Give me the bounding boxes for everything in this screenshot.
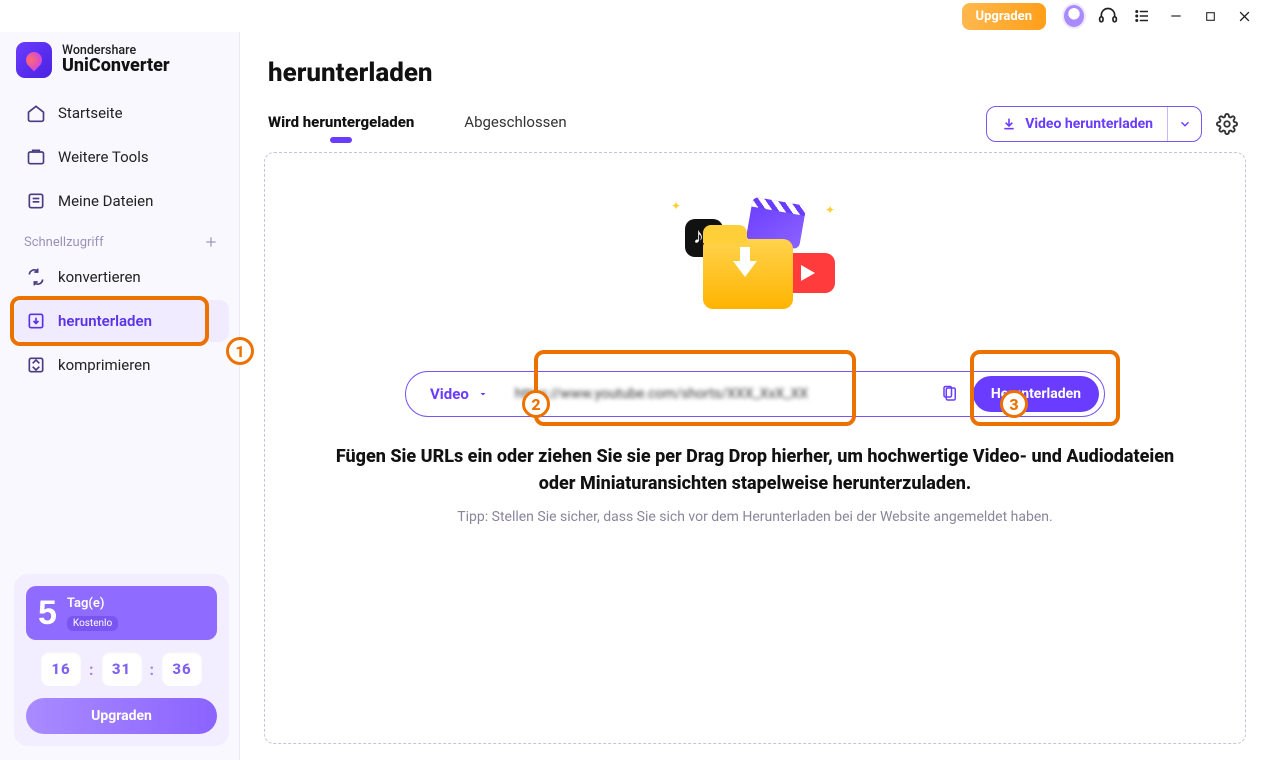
- media-type-select[interactable]: Video: [418, 385, 501, 403]
- timer-seconds: 36: [162, 652, 202, 686]
- window-minimize-button[interactable]: [1164, 4, 1188, 28]
- instruction-text: Fügen Sie URLs ein oder ziehen Sie sie p…: [325, 443, 1185, 497]
- window-maximize-button[interactable]: [1198, 4, 1222, 28]
- tab-row: Wird heruntergeladen Abgeschlossen Video…: [264, 106, 1246, 152]
- files-icon: [26, 191, 46, 211]
- brand-name-bottom: UniConverter: [62, 57, 170, 76]
- logo-icon: [16, 42, 52, 78]
- home-icon: [26, 103, 46, 123]
- sidebar-item-label: herunterladen: [58, 312, 152, 330]
- download-submit-button[interactable]: Herunterladen: [973, 376, 1099, 412]
- tab-completed[interactable]: Abgeschlossen: [464, 113, 566, 135]
- sidebar-item-weitere-tools[interactable]: Weitere Tools: [14, 136, 229, 178]
- main-content: herunterladen Wird heruntergeladen Abges…: [240, 32, 1270, 760]
- window-close-button[interactable]: [1232, 4, 1256, 28]
- menu-list-icon[interactable]: [1130, 4, 1154, 28]
- tutorial-marker-3: 3: [1000, 390, 1028, 418]
- tutorial-marker-1: 1: [226, 337, 254, 365]
- upgrade-pill-button[interactable]: Upgraden: [962, 3, 1046, 30]
- download-icon: [26, 311, 46, 331]
- chevron-down-icon: [477, 388, 489, 400]
- sidebar-item-herunterladen[interactable]: herunterladen: [14, 300, 229, 342]
- quick-access-header: Schnellzugriff: [14, 224, 229, 256]
- download-illustration: ✦✦: [685, 205, 825, 325]
- promo-days-banner: 5 Tag(e) Kostenlo: [26, 586, 217, 640]
- sidebar-item-label: Startseite: [58, 104, 123, 122]
- app-logo[interactable]: Wondershare UniConverter: [14, 40, 229, 92]
- sidebar-item-label: konvertieren: [58, 268, 141, 286]
- settings-button[interactable]: [1212, 109, 1242, 139]
- page-title: herunterladen: [268, 58, 1246, 88]
- convert-icon: [26, 267, 46, 287]
- promo-days-number: 5: [38, 596, 57, 630]
- url-input-bar: Video Herunterladen: [405, 371, 1105, 417]
- promo-days-label: Tag(e): [67, 596, 118, 611]
- promo-card: 5 Tag(e) Kostenlo 16 : 31 : 36 Upgraden: [14, 574, 229, 746]
- sidebar-item-meine-dateien[interactable]: Meine Dateien: [14, 180, 229, 222]
- instruction-tip: Tipp: Stellen Sie sicher, dass Sie sich …: [457, 509, 1052, 525]
- download-dropzone[interactable]: ✦✦ Video Herunterladen: [264, 152, 1246, 744]
- download-arrow-icon: [1001, 116, 1017, 132]
- sidebar-item-label: Weitere Tools: [58, 148, 149, 166]
- sidebar: Wondershare UniConverter Startseite Weit…: [0, 32, 240, 760]
- timer-minutes: 31: [102, 652, 142, 686]
- promo-upgrade-button[interactable]: Upgraden: [26, 698, 217, 734]
- timer-hours: 16: [41, 652, 81, 686]
- titlebar: Upgraden: [0, 0, 1270, 32]
- promo-countdown: 16 : 31 : 36: [26, 652, 217, 686]
- paste-icon[interactable]: [939, 383, 961, 405]
- download-video-button[interactable]: Video herunterladen: [986, 106, 1202, 142]
- quick-access-label: Schnellzugriff: [24, 235, 104, 250]
- sidebar-item-label: Meine Dateien: [58, 192, 153, 210]
- tab-downloading[interactable]: Wird heruntergeladen: [268, 113, 414, 135]
- sidebar-item-komprimieren[interactable]: komprimieren: [14, 344, 229, 386]
- download-video-label: Video herunterladen: [1025, 116, 1153, 132]
- tutorial-marker-2: 2: [522, 390, 550, 418]
- media-type-label: Video: [430, 385, 469, 403]
- url-input[interactable]: [509, 386, 931, 402]
- sidebar-item-konvertieren[interactable]: konvertieren: [14, 256, 229, 298]
- support-icon[interactable]: [1096, 4, 1120, 28]
- account-avatar[interactable]: [1062, 4, 1086, 28]
- compress-icon: [26, 355, 46, 375]
- add-quick-access-button[interactable]: [203, 234, 219, 250]
- download-video-dropdown[interactable]: [1167, 107, 1201, 141]
- sidebar-item-label: komprimieren: [58, 356, 150, 374]
- promo-badge: Kostenlo: [67, 616, 118, 631]
- sidebar-item-startseite[interactable]: Startseite: [14, 92, 229, 134]
- tools-icon: [26, 147, 46, 167]
